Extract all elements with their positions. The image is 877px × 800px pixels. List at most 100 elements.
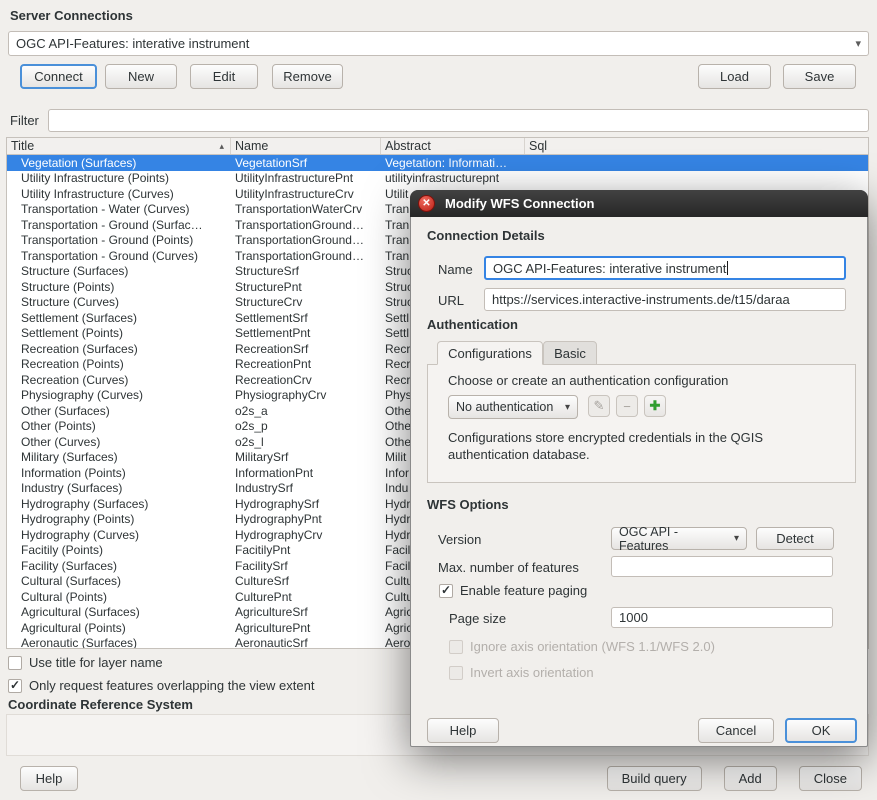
- server-connections-window: Server Connections OGC API-Features: int…: [0, 0, 877, 800]
- paging-row: ✓ Enable feature paging: [439, 583, 587, 598]
- chevron-down-icon: ▾: [734, 533, 739, 544]
- dialog-help-button[interactable]: Help: [427, 718, 499, 743]
- cell-name: CultureSrf: [231, 574, 381, 590]
- plus-icon: ✚: [650, 398, 661, 414]
- cell-title: Agricultural (Points): [7, 620, 231, 636]
- bottom-button-row: Build query Add Close: [607, 766, 862, 791]
- cancel-button[interactable]: Cancel: [698, 718, 774, 743]
- overlap-checkbox[interactable]: ✓: [8, 679, 22, 693]
- server-connections-heading: Server Connections: [10, 8, 133, 23]
- check-icon: ✓: [10, 678, 20, 692]
- chevron-down-icon: ▾: [565, 402, 570, 413]
- detect-button[interactable]: Detect: [756, 527, 834, 550]
- cell-title: Transportation - Ground (Points): [7, 233, 231, 249]
- use-title-checkbox[interactable]: ✓: [8, 656, 22, 670]
- add-button[interactable]: Add: [724, 766, 777, 791]
- save-button[interactable]: Save: [783, 64, 856, 89]
- column-header-name[interactable]: Name: [231, 138, 381, 154]
- add-config-button[interactable]: ✚: [644, 395, 666, 417]
- cell-title: Agricultural (Surfaces): [7, 605, 231, 621]
- ignore-axis-checkbox[interactable]: ✓: [449, 640, 463, 654]
- chevron-down-icon: ▾: [855, 37, 861, 50]
- cell-name: HydrographyPnt: [231, 512, 381, 528]
- cell-title: Transportation - Ground (Surfac…: [7, 217, 231, 233]
- table-row[interactable]: Vegetation (Surfaces)VegetationSrfVegeta…: [7, 155, 868, 171]
- cell-title: Hydrography (Surfaces): [7, 496, 231, 512]
- tab-basic[interactable]: Basic: [543, 341, 597, 365]
- cell-title: Cultural (Surfaces): [7, 574, 231, 590]
- use-title-label: Use title for layer name: [29, 655, 163, 670]
- auth-prompt: Choose or create an authentication confi…: [448, 373, 728, 388]
- configurations-panel: Choose or create an authentication confi…: [427, 364, 856, 483]
- help-button[interactable]: Help: [20, 766, 78, 791]
- url-input[interactable]: https://services.interactive-instruments…: [484, 288, 846, 311]
- filter-label: Filter: [10, 113, 39, 128]
- column-header-title[interactable]: Title ▴: [7, 138, 231, 154]
- cell-title: Other (Points): [7, 419, 231, 435]
- remove-config-button[interactable]: −: [616, 395, 638, 417]
- cell-title: Settlement (Surfaces): [7, 310, 231, 326]
- cell-name: FacilitySrf: [231, 558, 381, 574]
- modify-wfs-connection-dialog: ✕ Modify WFS Connection Connection Detai…: [410, 190, 868, 747]
- name-input[interactable]: OGC API-Features: interative instrument: [484, 256, 846, 280]
- cell-name: TransportationGround…: [231, 248, 381, 264]
- dialog-title: Modify WFS Connection: [445, 196, 594, 211]
- remove-button[interactable]: Remove: [272, 64, 343, 89]
- page-size-input[interactable]: 1000: [611, 607, 833, 628]
- cell-name: SettlementSrf: [231, 310, 381, 326]
- cell-title: Recreation (Surfaces): [7, 341, 231, 357]
- cell-sql: [525, 171, 868, 187]
- cell-title: Recreation (Curves): [7, 372, 231, 388]
- cell-sql: [525, 155, 868, 171]
- cell-title: Structure (Curves): [7, 295, 231, 311]
- new-button[interactable]: New: [105, 64, 177, 89]
- build-query-button[interactable]: Build query: [607, 766, 702, 791]
- cell-title: Other (Surfaces): [7, 403, 231, 419]
- edit-button[interactable]: Edit: [190, 64, 258, 89]
- name-label: Name: [438, 262, 473, 277]
- cell-name: IndustrySrf: [231, 481, 381, 497]
- cell-title: Transportation - Ground (Curves): [7, 248, 231, 264]
- connect-button[interactable]: Connect: [20, 64, 97, 89]
- close-icon[interactable]: ✕: [418, 195, 435, 212]
- ignore-axis-row: ✓ Ignore axis orientation (WFS 1.1/WFS 2…: [449, 639, 715, 654]
- cell-title: Vegetation (Surfaces): [7, 155, 231, 171]
- filter-input[interactable]: [48, 109, 869, 132]
- auth-note: Configurations store encrypted credentia…: [448, 429, 828, 463]
- minus-icon: −: [623, 399, 631, 414]
- invert-axis-checkbox[interactable]: ✓: [449, 666, 463, 680]
- url-input-value: https://services.interactive-instruments…: [492, 292, 790, 307]
- cell-name: VegetationSrf: [231, 155, 381, 171]
- table-row[interactable]: Utility Infrastructure (Points)UtilityIn…: [7, 171, 868, 187]
- max-features-input[interactable]: [611, 556, 833, 577]
- auth-config-select[interactable]: No authentication ▾: [448, 395, 578, 419]
- cell-name: RecreationSrf: [231, 341, 381, 357]
- invert-axis-row: ✓ Invert axis orientation: [449, 665, 594, 680]
- load-button[interactable]: Load: [698, 64, 771, 89]
- cell-name: AgricultureSrf: [231, 605, 381, 621]
- check-icon: ✓: [441, 583, 451, 597]
- cell-name: o2s_l: [231, 434, 381, 450]
- cell-title: Aeronautic (Surfaces): [7, 636, 231, 650]
- ok-button[interactable]: OK: [785, 718, 857, 743]
- wfs-options-heading: WFS Options: [427, 497, 509, 512]
- cell-name: UtilityInfrastructurePnt: [231, 171, 381, 187]
- edit-config-button[interactable]: ✎: [588, 395, 610, 417]
- use-title-row: ✓ Use title for layer name: [8, 655, 163, 670]
- close-button[interactable]: Close: [799, 766, 862, 791]
- cell-name: o2s_p: [231, 419, 381, 435]
- column-header-sql[interactable]: Sql: [525, 138, 868, 154]
- cell-title: Physiography (Curves): [7, 388, 231, 404]
- cell-name: FacitilyPnt: [231, 543, 381, 559]
- cell-name: MilitarySrf: [231, 450, 381, 466]
- cell-name: PhysiographyCrv: [231, 388, 381, 404]
- sort-ascending-icon: ▴: [219, 141, 226, 152]
- column-header-abstract[interactable]: Abstract: [381, 138, 525, 154]
- dialog-titlebar[interactable]: ✕ Modify WFS Connection: [410, 190, 868, 217]
- connection-select[interactable]: OGC API-Features: interative instrument …: [8, 31, 869, 56]
- tab-configurations[interactable]: Configurations: [437, 341, 543, 365]
- max-features-label: Max. number of features: [438, 560, 579, 575]
- version-select[interactable]: OGC API - Features ▾: [611, 527, 747, 550]
- enable-paging-checkbox[interactable]: ✓: [439, 584, 453, 598]
- cell-name: InformationPnt: [231, 465, 381, 481]
